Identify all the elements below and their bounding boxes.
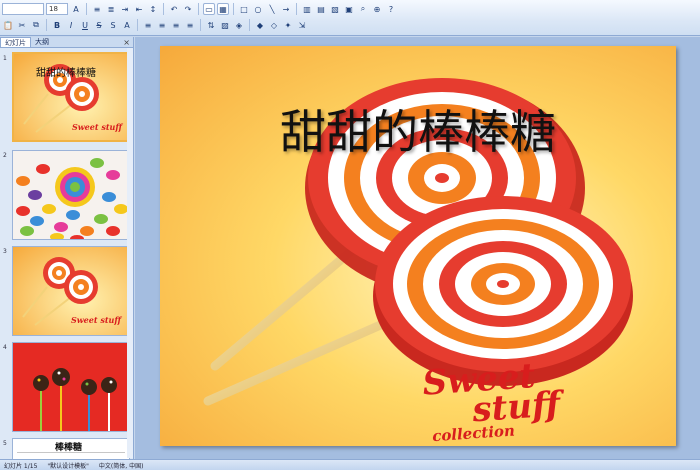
arrange-icon[interactable]: ▨ (219, 19, 231, 31)
shape-fill-icon[interactable]: ◆ (254, 19, 266, 31)
slide-thumb-5[interactable]: 棒棒糖 (12, 438, 130, 459)
status-bar: 幻灯片 1/15 "默认设计模板" 中文(简体, 中国) (0, 459, 700, 470)
pane-tabs: 幻灯片 大纲 × (0, 37, 133, 48)
cut-icon[interactable]: ✂ (16, 19, 28, 31)
find-icon[interactable]: ⌕ (357, 3, 369, 15)
slide-thumb-4[interactable] (12, 342, 130, 432)
thumb-number: 1 (3, 55, 7, 62)
line-spacing-icon[interactable]: ↕ (147, 3, 159, 15)
separator (163, 3, 164, 15)
separator (86, 3, 87, 15)
paste-icon[interactable]: 📋 (2, 19, 14, 31)
quick-styles-icon[interactable]: ◈ (233, 19, 245, 31)
thumb-number: 2 (3, 152, 7, 159)
undo-icon[interactable]: ↶ (168, 3, 180, 15)
italic-icon[interactable]: I (65, 19, 77, 31)
slides-pane: 幻灯片 大纲 × 1 甜甜的棒棒糖 Sweet stuff 2 3 Sweet … (0, 37, 134, 459)
shape-arrow-icon[interactable]: → (280, 3, 292, 15)
select-icon[interactable]: ⇲ (296, 19, 308, 31)
slide-thumb-2[interactable] (12, 150, 130, 240)
pane-scrollbar[interactable] (127, 48, 133, 458)
help-icon[interactable]: ? (385, 3, 397, 15)
close-icon[interactable]: × (123, 38, 133, 47)
indent-icon[interactable]: ⇥ (119, 3, 131, 15)
thumb-number: 5 (3, 440, 7, 447)
divider (17, 452, 125, 453)
shape-effects-icon[interactable]: ✦ (282, 19, 294, 31)
font-color-icon[interactable]: A (121, 19, 133, 31)
fill-color-icon[interactable]: ▣ (343, 3, 355, 15)
slide-title[interactable]: 甜甜的棒棒糖 (160, 96, 676, 162)
font-size-value: 18 (49, 5, 58, 13)
text-shadow-icon[interactable]: S (107, 19, 119, 31)
font-name-combo[interactable] (2, 3, 44, 15)
thumb-number: 3 (3, 248, 7, 255)
slide-thumb-1[interactable]: 甜甜的棒棒糖 Sweet stuff (12, 52, 130, 142)
redo-icon[interactable]: ↷ (182, 3, 194, 15)
new-slide-icon[interactable]: ▭ (203, 3, 215, 15)
separator (137, 19, 138, 31)
sweet-stuff-logo: Sweet stuff collection (421, 356, 563, 445)
slide-editor: 甜甜的棒棒糖 Sweet stuff collection (135, 37, 700, 459)
separator (46, 19, 47, 31)
thumb-sweet-text: Sweet stuff (71, 315, 121, 325)
bullets-icon[interactable]: ≡ (91, 3, 103, 15)
current-slide[interactable]: 甜甜的棒棒糖 Sweet stuff collection (160, 46, 676, 446)
justify-icon[interactable]: ≡ (184, 19, 196, 31)
thumb-number: 4 (3, 344, 7, 351)
font-size-combo[interactable]: 18 (46, 3, 68, 15)
slide-count: 幻灯片 1/15 (4, 462, 38, 470)
shape-rect-icon[interactable]: □ (238, 3, 250, 15)
grow-font-icon[interactable]: A (70, 3, 82, 15)
tab-outline[interactable]: 大纲 (31, 37, 53, 47)
theme-name: "默认设计模板" (47, 462, 89, 470)
numbering-icon[interactable]: ≣ (105, 3, 117, 15)
layout-icon[interactable]: ▦ (217, 3, 229, 15)
separator (233, 3, 234, 15)
shape-outline-icon[interactable]: ◇ (268, 19, 280, 31)
separator (249, 19, 250, 31)
shape-oval-icon[interactable]: ○ (252, 3, 264, 15)
separator (198, 3, 199, 15)
language-status[interactable]: 中文(简体, 中国) (99, 461, 144, 470)
chart-icon[interactable]: ▥ (301, 3, 313, 15)
tab-slides[interactable]: 幻灯片 (0, 37, 31, 47)
shape-line-icon[interactable]: ╲ (266, 3, 278, 15)
zoom-icon[interactable]: ⊕ (371, 3, 383, 15)
picture-icon[interactable]: ▧ (329, 3, 341, 15)
bold-icon[interactable]: B (51, 19, 63, 31)
copy-icon[interactable]: ⧉ (30, 19, 42, 31)
ribbon-row-1: 18 A ≡ ≣ ⇥ ⇤ ↕ ↶ ↷ ▭ ▦ □ ○ ╲ → ▥ ▤ ▧ ▣ ⌕… (2, 2, 397, 16)
slide-thumb-3[interactable]: Sweet stuff (12, 246, 130, 336)
strikethrough-icon[interactable]: S (93, 19, 105, 31)
separator (296, 3, 297, 15)
outdent-icon[interactable]: ⇤ (133, 3, 145, 15)
table-icon[interactable]: ▤ (315, 3, 327, 15)
align-center-icon[interactable]: ≡ (156, 19, 168, 31)
align-left-icon[interactable]: ≡ (142, 19, 154, 31)
cake-pops-image (33, 368, 117, 431)
ribbon: 18 A ≡ ≣ ⇥ ⇤ ↕ ↶ ↷ ▭ ▦ □ ○ ╲ → ▥ ▤ ▧ ▣ ⌕… (0, 0, 700, 36)
candy-image (16, 158, 128, 239)
align-right-icon[interactable]: ≡ (170, 19, 182, 31)
text-direction-icon[interactable]: ⇅ (205, 19, 217, 31)
thumb-sweet-text: Sweet stuff (72, 122, 122, 132)
ribbon-row-2: 📋 ✂ ⧉ B I U S S A ≡ ≡ ≡ ≡ ⇅ ▨ ◈ ◆ ◇ ✦ ⇲ (2, 18, 308, 32)
thumb-title: 甜甜的棒棒糖 (36, 68, 96, 79)
separator (200, 19, 201, 31)
underline-icon[interactable]: U (79, 19, 91, 31)
